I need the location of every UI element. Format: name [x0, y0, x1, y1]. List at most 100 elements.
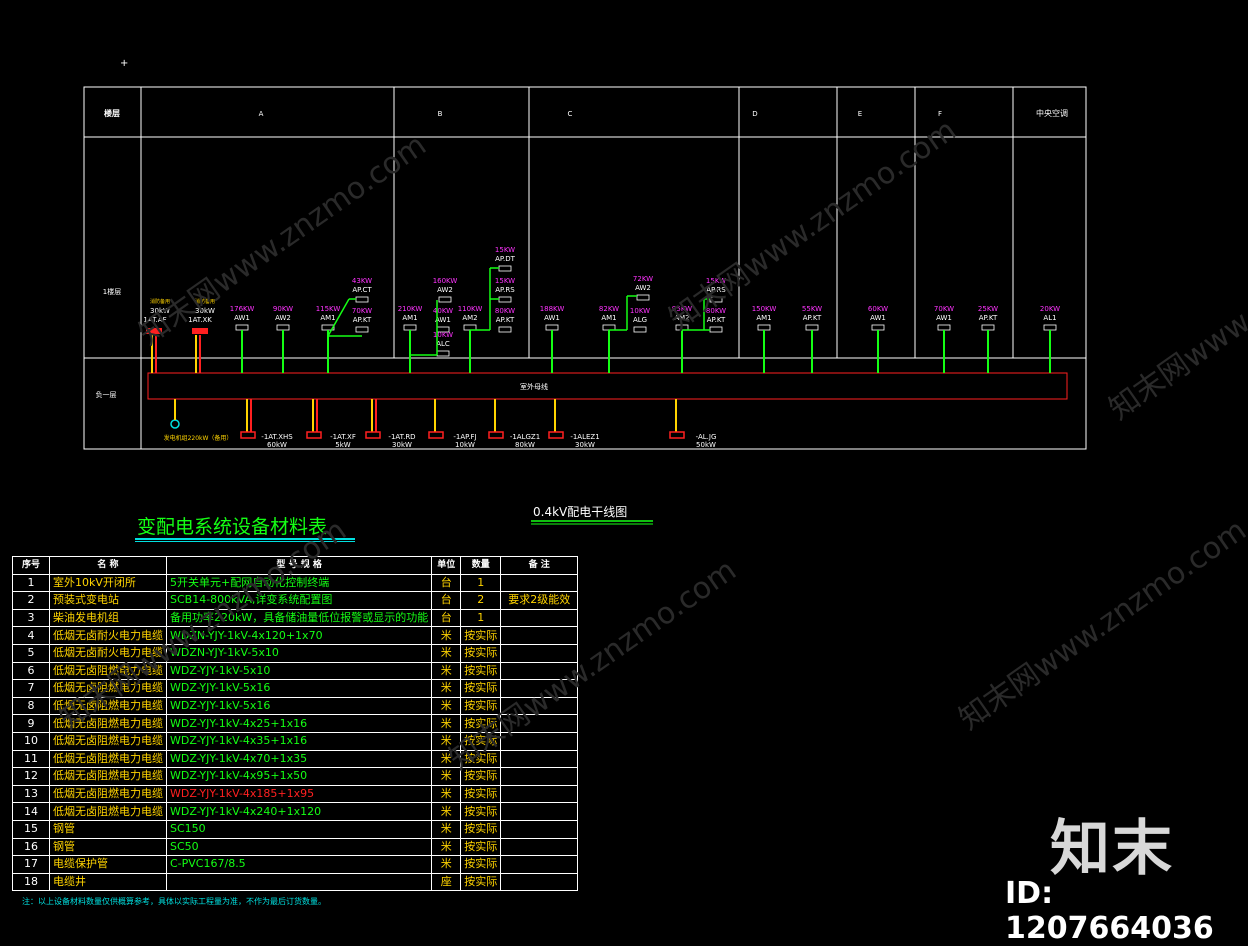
bom-cell: 米 — [431, 643, 462, 663]
bom-cell: 2 — [460, 591, 502, 610]
bom-row: 12 低烟无卤阻燃电力电缆 WDZ-YJY-1kV-4x95+1x50 米按实际 — [12, 767, 579, 786]
bom-row: 2 预装式变电站 SCB14-800kVA,详变系统配置图台 2 要求2级能效 — [12, 591, 579, 610]
load-name: AP.KT — [496, 316, 515, 324]
riser-title: 0.4kV配电干线图 — [533, 505, 627, 519]
bom-cell: SC50 — [165, 837, 433, 857]
bom-cell: 米 — [431, 855, 462, 874]
cursor-crosshair: + — [120, 58, 128, 69]
breaker-box — [937, 324, 951, 331]
b1-load-kw: 60kW — [267, 441, 287, 449]
busbar — [147, 372, 1068, 400]
row-floor1-label: 1楼层 — [103, 287, 121, 296]
zone-c-label: C — [568, 110, 573, 118]
load-3: 90KWAW2 — [273, 305, 293, 373]
bom-cell: 4 — [12, 626, 50, 645]
floor1-loads: 176KWAW190KWAW2115KWAM143KWAP.CT70KWAP.K… — [230, 246, 1060, 373]
load-kw: 15KW — [495, 246, 515, 254]
bom-cell: WDZ-YJY-1kV-5x16 — [165, 679, 433, 698]
bom-cell — [500, 872, 579, 892]
load-kw: 160KW — [433, 277, 458, 285]
bom-cell: 室外10kV开闭所 — [49, 573, 167, 593]
bom-cell — [500, 573, 579, 593]
b1-load-name: -1AP.FJ — [453, 433, 476, 441]
load-kw: 72KW — [633, 275, 653, 283]
breaker-box — [498, 265, 512, 272]
load-name: AL1 — [1043, 314, 1056, 322]
load-2: 176KWAW1 — [230, 305, 255, 373]
breaker-box — [355, 296, 369, 303]
bom-row: 4 低烟无卤耐火电力电缆 WDZN-YJY-1kV-4x120+1x70 米按实际 — [12, 626, 579, 645]
bom-cell: 低烟无卤阻燃电力电缆 — [49, 767, 167, 786]
load-8: 160KWAW2 — [433, 277, 458, 303]
load-kw: 10KW — [433, 331, 453, 339]
b1-load-kw: 50kW — [696, 441, 716, 449]
bom-cell: 12 — [12, 767, 50, 786]
bom-row: 14 低烟无卤阻燃电力电缆 WDZ-YJY-1kV-4x240+1x120 米按实际 — [12, 802, 579, 821]
bom-cell: 电缆井 — [49, 872, 167, 892]
b1-load-2: -1AT.RD30kW — [365, 399, 416, 449]
breaker-box — [498, 296, 512, 303]
bom-cell: 米 — [431, 679, 462, 698]
bom-cell: 11 — [12, 749, 50, 769]
bom-cell: 要求2级能效 — [500, 591, 579, 610]
b1-load-4: -1ALGZ180kW — [488, 399, 540, 449]
bom-cell: WDZ-YJY-1kV-4x70+1x35 — [165, 749, 433, 769]
bom-cell: 按实际 — [460, 626, 502, 645]
bom-cell: 按实际 — [460, 855, 502, 874]
load-kw: 90KW — [273, 305, 293, 313]
load-kw: 150KW — [752, 305, 777, 313]
breaker-box — [276, 324, 290, 331]
load-name: AM1 — [601, 314, 616, 322]
bom-header-cell: 名 称 — [49, 556, 167, 575]
bom-cell: 15 — [12, 819, 50, 839]
bom-cell: 按实际 — [460, 819, 502, 839]
bom-cell: 9 — [12, 714, 50, 733]
bom-cell — [165, 872, 433, 892]
bom-cell — [500, 767, 579, 786]
bom-cell: 17 — [12, 855, 50, 874]
bom-row: 16 钢管 SC50 米按实际 — [12, 837, 579, 857]
load-kw: 15KW — [495, 277, 515, 285]
breaker-box — [757, 324, 771, 331]
load-11: 110KWAM2 — [458, 305, 482, 373]
bom-row: 17 电缆保护管 C-PVC167/8.5 米按实际 — [12, 855, 579, 874]
bom-cell: 3 — [12, 608, 50, 628]
load-22: 150KWAM1 — [752, 305, 777, 373]
generator-symbol — [170, 419, 180, 429]
bom-cell: WDZ-YJY-1kV-4x35+1x16 — [165, 731, 433, 751]
bom-cell: 米 — [431, 819, 462, 839]
bom-cell: 低烟无卤阻燃电力电缆 — [49, 784, 167, 804]
breaker-box — [436, 350, 450, 357]
bom-cell: 按实际 — [460, 837, 502, 857]
bom-cell: 米 — [431, 696, 462, 716]
bom-cell: 按实际 — [460, 661, 502, 681]
load-kw: 210KW — [398, 305, 423, 313]
bom-cell: C-PVC167/8.5 — [165, 855, 433, 874]
bom-cell: 按实际 — [460, 643, 502, 663]
bom-cell — [500, 837, 579, 857]
zone-e-label: E — [858, 110, 862, 118]
bom-cell — [500, 626, 579, 645]
bom-cell: WDZ-YJY-1kV-4x95+1x50 — [165, 767, 433, 786]
load-name: AW2 — [275, 314, 291, 322]
zone-hvac-label: 中央空调 — [1036, 108, 1068, 118]
bom-cell: WDZ-YJY-1kV-4x240+1x120 — [165, 802, 433, 821]
load-name: AM1 — [756, 314, 771, 322]
bom-cell: 1 — [12, 573, 50, 593]
load-name: AM2 — [462, 314, 477, 322]
breaker-box — [871, 324, 885, 331]
b1-load-name: -1AT.XHS — [261, 433, 293, 441]
bom-header-cell: 单位 — [431, 556, 462, 575]
bom-cell — [500, 608, 579, 628]
b1-load-1: -1AT.XF5kW — [306, 399, 356, 449]
watermark-logo: 知末 — [1050, 814, 1174, 884]
breaker-box — [981, 324, 995, 331]
bom-cell: 米 — [431, 802, 462, 821]
bom-cell: WDZ-YJY-1kV-5x10 — [165, 661, 433, 681]
b1-load-kw: 30kW — [575, 441, 595, 449]
load-kw: 176KW — [230, 305, 255, 313]
bom-header-cell: 备 注 — [500, 556, 579, 575]
load-name: AP.KT — [979, 314, 998, 322]
b1-load-kw: 10kW — [455, 441, 475, 449]
breaker-box — [805, 324, 819, 331]
